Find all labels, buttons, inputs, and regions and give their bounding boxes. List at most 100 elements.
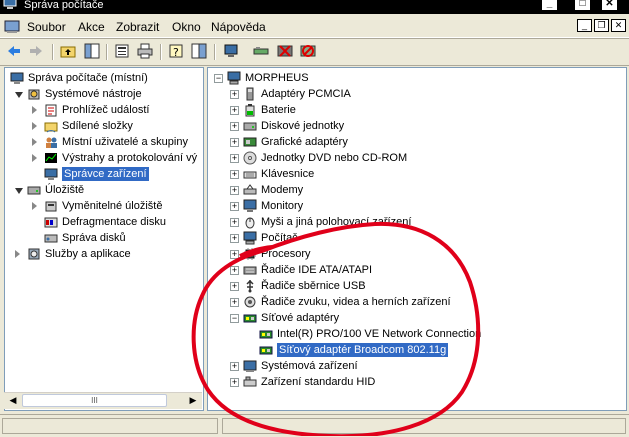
menu-soubor[interactable]: Soubor — [27, 20, 66, 34]
tree-item[interactable]: Místní uživatelé a skupiny — [5, 134, 203, 150]
device-tree-item[interactable]: + Adaptéry PCMCIA — [208, 86, 626, 102]
expand-plus-icon[interactable]: + — [230, 138, 239, 147]
maximize-button[interactable]: □ — [574, 0, 591, 11]
expand-plus-icon[interactable]: + — [230, 266, 239, 275]
device-tree-item[interactable]: Síťový adaptér Broadcom 802.11g — [208, 342, 626, 358]
display-adapter-icon — [243, 137, 257, 147]
menu-akce[interactable]: Akce — [78, 20, 105, 34]
tree-item[interactable]: Služby a aplikace — [5, 246, 203, 262]
device-tree-item[interactable]: + Grafické adaptéry — [208, 134, 626, 150]
mdi-minimize-button[interactable]: _ — [577, 19, 592, 32]
expand-plus-icon[interactable]: + — [230, 202, 239, 211]
expand-plus-icon[interactable]: + — [230, 234, 239, 243]
tree-item[interactable]: Správce zařízení — [5, 166, 203, 182]
expand-plus-icon[interactable]: + — [230, 298, 239, 307]
expand-plus-icon[interactable]: + — [230, 282, 239, 291]
console-tree-hscrollbar[interactable]: ◀ III ▶ — [4, 392, 202, 409]
tree-item[interactable]: Prohlížeč událostí — [5, 102, 203, 118]
title-bar[interactable]: Správa počítače _ □ ✕ — [0, 0, 629, 14]
disable-device-icon[interactable] — [277, 43, 293, 59]
expand-triangle-icon[interactable] — [32, 122, 37, 130]
scroll-thumb[interactable]: III — [22, 394, 167, 407]
system-device-icon — [243, 360, 257, 372]
device-tree-item[interactable]: + Procesory — [208, 246, 626, 262]
collapse-triangle-icon[interactable] — [15, 188, 23, 194]
device-tree-pane[interactable]: − MORPHEUS + Adaptéry PCMCIA + Baterie + Diskov… — [207, 67, 627, 411]
console-tree-pane[interactable]: Správa počítače (místní) Systémové nástro… — [4, 67, 204, 411]
device-tree-item[interactable]: + Monitory — [208, 198, 626, 214]
computer-management-window: Správa počítače _ □ ✕ Soubor Akce Zobraz… — [0, 0, 629, 437]
device-manager-icon — [44, 168, 58, 180]
expand-plus-icon[interactable]: + — [230, 378, 239, 387]
device-tree-item[interactable]: + Zařízení standardu HID — [208, 374, 626, 390]
device-tree-item[interactable]: + Klávesnice — [208, 166, 626, 182]
expand-plus-icon[interactable]: + — [230, 122, 239, 131]
tree-item-label: Prohlížeč událostí — [62, 104, 150, 116]
scan-hardware-icon[interactable] — [223, 43, 239, 59]
properties-icon[interactable] — [114, 43, 130, 59]
expand-plus-icon[interactable]: + — [230, 218, 239, 227]
tree-item[interactable]: Správa disků — [5, 230, 203, 246]
expand-plus-icon[interactable]: + — [230, 90, 239, 99]
device-tree-item[interactable]: − MORPHEUS — [208, 70, 626, 86]
show-hide-tree-icon[interactable] — [84, 43, 100, 59]
device-tree-item[interactable]: Intel(R) PRO/100 VE Network Connection — [208, 326, 626, 342]
device-tree-item[interactable]: + Myši a jiná polohovací zařízení — [208, 214, 626, 230]
menu-zobrazit[interactable]: Zobrazit — [116, 20, 159, 34]
print-icon[interactable] — [137, 43, 153, 59]
expand-plus-icon[interactable]: + — [230, 170, 239, 179]
modem-icon — [243, 184, 257, 195]
expand-plus-icon[interactable]: + — [230, 154, 239, 163]
expand-triangle-icon[interactable] — [32, 106, 37, 114]
minimize-button[interactable]: _ — [541, 0, 558, 11]
up-level-icon[interactable] — [60, 43, 76, 59]
expand-plus-icon[interactable]: + — [230, 106, 239, 115]
tree-item[interactable]: Vyměnitelné úložiště — [5, 198, 203, 214]
computer-management-icon — [10, 72, 24, 84]
collapse-triangle-icon[interactable] — [15, 92, 23, 98]
menu-napoveda[interactable]: Nápověda — [211, 20, 266, 34]
device-tree-item[interactable]: + Systémová zařízení — [208, 358, 626, 374]
tree-item-label: Monitory — [261, 200, 304, 212]
expand-plus-icon[interactable]: + — [230, 250, 239, 259]
scroll-left-button[interactable]: ◀ — [6, 394, 20, 407]
tree-item[interactable]: Defragmentace disku — [5, 214, 203, 230]
expand-plus-icon[interactable]: + — [230, 362, 239, 371]
tree-item[interactable]: Úložiště — [5, 182, 203, 198]
svg-text:?: ? — [173, 46, 179, 59]
device-tree-item[interactable]: + Řadiče sběrnice USB — [208, 278, 626, 294]
device-tree-item[interactable]: + Řadiče IDE ATA/ATAPI — [208, 262, 626, 278]
export-list-icon[interactable] — [191, 43, 207, 59]
close-button[interactable]: ✕ — [601, 0, 618, 11]
disk-management-icon — [44, 234, 58, 243]
device-tree-item[interactable]: − Síťové adaptéry — [208, 310, 626, 326]
expand-triangle-icon[interactable] — [32, 138, 37, 146]
device-tree-item[interactable]: + Řadiče zvuku, videa a herních zařízení — [208, 294, 626, 310]
menu-okno[interactable]: Okno — [172, 20, 201, 34]
collapse-minus-icon[interactable]: − — [230, 314, 239, 323]
uninstall-device-icon[interactable] — [300, 43, 316, 59]
update-driver-icon[interactable] — [253, 43, 269, 59]
scroll-right-button[interactable]: ▶ — [186, 394, 200, 407]
tree-item[interactable]: Systémové nástroje — [5, 86, 203, 102]
device-tree-item[interactable]: + Jednotky DVD nebo CD-ROM — [208, 150, 626, 166]
device-tree-item[interactable]: + Modemy — [208, 182, 626, 198]
help-icon[interactable]: ? — [168, 43, 184, 59]
mdi-restore-button[interactable]: ❐ — [594, 19, 609, 32]
expand-triangle-icon[interactable] — [32, 154, 37, 162]
forward-arrow-icon[interactable] — [28, 43, 44, 59]
expand-triangle-icon[interactable] — [32, 202, 37, 210]
expand-plus-icon[interactable]: + — [230, 186, 239, 195]
device-tree-item[interactable]: + Diskové jednotky — [208, 118, 626, 134]
mmc-icon[interactable] — [4, 19, 20, 35]
expand-triangle-icon[interactable] — [15, 250, 20, 258]
tree-item[interactable]: Výstrahy a protokolování vý — [5, 150, 203, 166]
mdi-close-button[interactable]: ✕ — [611, 19, 626, 32]
tree-item[interactable]: Správa počítače (místní) — [5, 70, 203, 86]
device-tree-item[interactable]: + Baterie — [208, 102, 626, 118]
computer-icon — [227, 71, 241, 85]
collapse-minus-icon[interactable]: − — [214, 74, 223, 83]
back-arrow-icon[interactable] — [6, 43, 22, 59]
tree-item[interactable]: Sdílené složky — [5, 118, 203, 134]
device-tree-item[interactable]: + Počítač — [208, 230, 626, 246]
